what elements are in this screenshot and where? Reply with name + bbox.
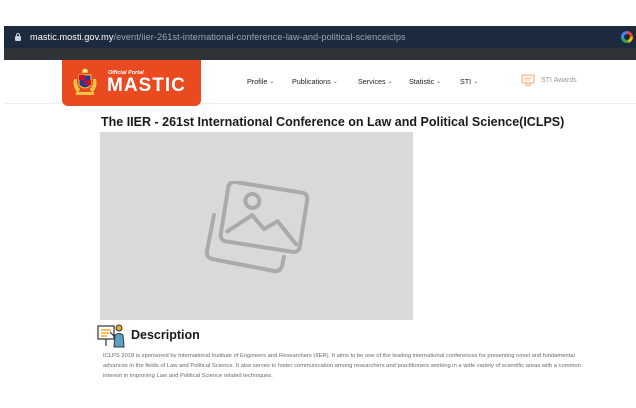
url-text[interactable]: mastic.mosti.gov.my/event/iier-261st-int… [30,32,406,42]
crest-icon [73,68,97,95]
bookmark-strip [4,48,636,60]
url-path: /event/iier-261st-international-conferen… [113,32,406,42]
nav-publications-label: Publications [292,77,331,86]
nav-statistic-label: Statistic [409,77,435,86]
nav-profile[interactable]: Profile ⌄ [247,77,274,86]
top-margin [0,0,636,26]
url-host: mastic.mosti.gov.my [30,32,114,42]
nav-services-label: Services [358,77,386,86]
event-image-placeholder [100,132,413,320]
chevron-down-icon: ⌄ [269,79,275,85]
nav-sti-label: STI [460,77,472,86]
page-title: The IIER - 261st International Conferenc… [101,115,565,129]
description-header: Description [97,322,200,348]
award-icon [521,74,535,87]
nav-publications[interactable]: Publications ⌄ [292,77,338,86]
description-heading: Description [131,328,200,342]
sti-awards-label: STI Awards [541,76,577,84]
mastic-logo[interactable]: Official Portal MASTIC [62,60,201,106]
sti-awards-link[interactable]: STI Awards [521,73,577,87]
chevron-down-icon: ⌄ [387,79,393,85]
nav-services[interactable]: Services ⌄ [358,77,393,86]
nav-sti[interactable]: STI ⌄ [460,77,478,86]
chevron-down-icon: ⌄ [473,79,479,85]
browser-address-bar[interactable]: mastic.mosti.gov.my/event/iier-261st-int… [4,26,636,48]
site-header: Official Portal MASTIC Profile ⌄ Publicat… [4,60,636,106]
lock-icon[interactable] [15,33,21,41]
nav-profile-label: Profile [247,77,268,86]
logo-title: MASTIC [107,75,186,96]
chevron-down-icon: ⌄ [436,79,442,85]
chevron-down-icon: ⌄ [332,79,338,85]
google-icon[interactable] [621,31,633,43]
nav-statistic[interactable]: Statistic ⌄ [409,77,441,86]
image-placeholder-icon [204,181,310,274]
description-text: ICLPS 2018 is sponsored by International… [103,353,581,380]
presenter-icon [97,324,125,348]
